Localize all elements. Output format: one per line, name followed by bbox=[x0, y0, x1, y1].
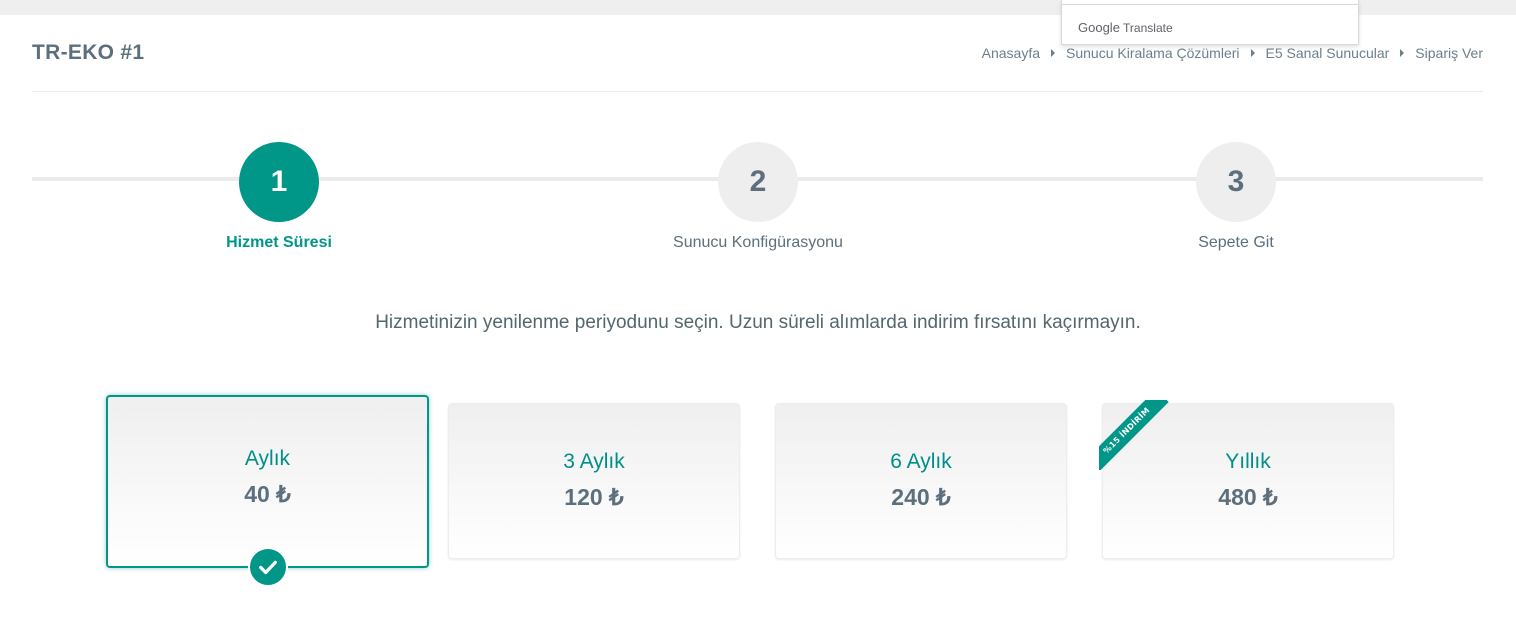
step-server-configuration[interactable]: 2 Sunucu Konfigürasyonu bbox=[638, 142, 878, 252]
plan-card-3-months[interactable]: 3 Aylık 120 ₺ bbox=[448, 403, 740, 559]
caret-right-icon bbox=[1051, 49, 1055, 57]
step-label: Sepete Git bbox=[1198, 234, 1274, 251]
translate-label: Translate bbox=[1123, 21, 1173, 35]
page-title: TR-EKO #1 bbox=[32, 41, 145, 64]
step-label: Sunucu Konfigürasyonu bbox=[673, 234, 843, 251]
caret-right-icon bbox=[1400, 49, 1405, 57]
popup-divider bbox=[1062, 4, 1358, 5]
header-divider bbox=[32, 91, 1483, 92]
step-number-badge: 3 bbox=[1196, 142, 1276, 222]
step-label: Hizmet Süresi bbox=[226, 234, 332, 251]
plan-period: Yıllık bbox=[1225, 450, 1271, 473]
plan-card-yearly[interactable]: %15 İNDİRİM Yıllık 480 ₺ bbox=[1099, 400, 1394, 559]
plan-period: 6 Aylık bbox=[890, 450, 952, 473]
breadcrumb-home[interactable]: Anasayfa bbox=[982, 45, 1040, 61]
breadcrumb: Anasayfa Sunucu Kiralama Çözümleri E5 Sa… bbox=[982, 45, 1483, 61]
check-icon bbox=[247, 547, 288, 587]
step-number-badge: 1 bbox=[239, 142, 319, 222]
step-service-duration[interactable]: 1 Hizmet Süresi bbox=[159, 142, 399, 252]
plan-price: 240 ₺ bbox=[891, 484, 951, 510]
caret-right-icon bbox=[1250, 49, 1255, 57]
google-translate-label[interactable]: Google Translate bbox=[1078, 20, 1173, 35]
plan-price: 120 ₺ bbox=[564, 484, 624, 510]
plan-period: 3 Aylık bbox=[563, 450, 625, 473]
google-translate-popup[interactable]: Google Translate bbox=[1061, 0, 1359, 45]
intro-text: Hizmetinizin yenilenme periyodunu seçin.… bbox=[375, 312, 1141, 333]
google-brand: Google bbox=[1078, 20, 1120, 35]
plan-price: 480 ₺ bbox=[1218, 484, 1278, 510]
breadcrumb-order[interactable]: Sipariş Ver bbox=[1415, 45, 1483, 61]
step-number-badge: 2 bbox=[718, 142, 798, 222]
plan-price: 40 ₺ bbox=[244, 481, 291, 507]
plan-card-6-months[interactable]: 6 Aylık 240 ₺ bbox=[775, 403, 1067, 559]
plan-card-monthly[interactable]: Aylık 40 ₺ bbox=[106, 395, 429, 587]
breadcrumb-server-solutions[interactable]: Sunucu Kiralama Çözümleri bbox=[1066, 45, 1240, 61]
plan-period: Aylık bbox=[244, 447, 291, 470]
step-go-to-cart[interactable]: 3 Sepete Git bbox=[1116, 142, 1356, 252]
breadcrumb-e5-vps[interactable]: E5 Sanal Sunucular bbox=[1266, 45, 1390, 61]
